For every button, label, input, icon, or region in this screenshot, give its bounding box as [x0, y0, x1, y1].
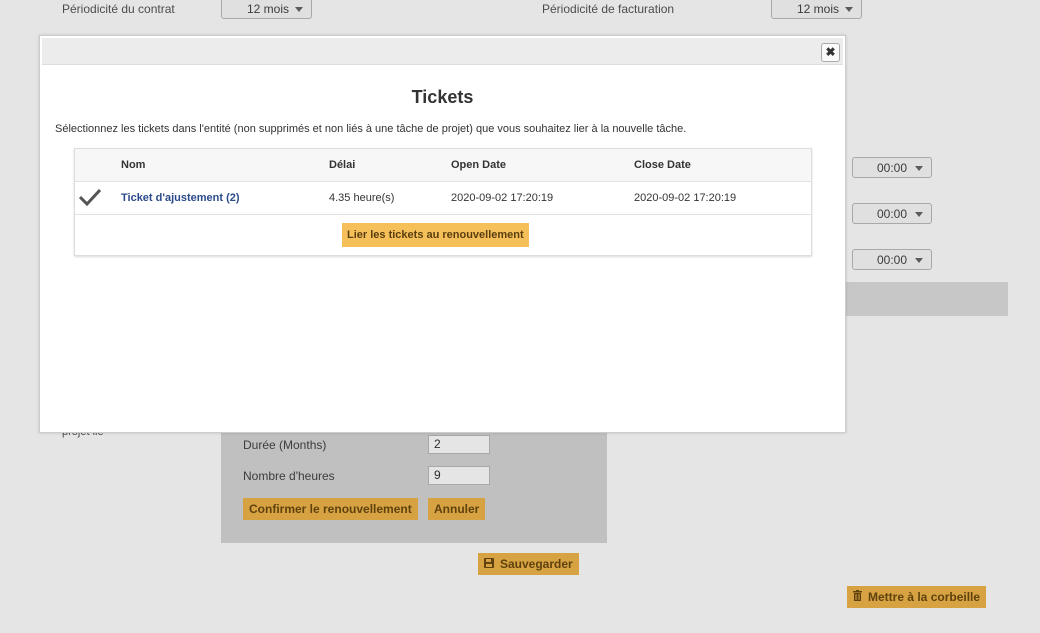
- dialog-title: Tickets: [411, 87, 474, 107]
- dialog-description: Sélectionnez les tickets dans l'entité (…: [55, 123, 687, 135]
- ticket-close-date: 2020-09-02 17:20:19: [634, 192, 737, 204]
- ticket-open-date: 2020-09-02 17:20:19: [451, 192, 554, 204]
- tickets-table: Nom Délai Open Date Close Date Ticket d'…: [74, 148, 812, 256]
- header-name: Nom: [121, 159, 146, 171]
- header-close-date: Close Date: [634, 159, 691, 171]
- dialog-titlebar: ✖: [42, 38, 843, 65]
- close-icon[interactable]: ✖: [821, 43, 840, 62]
- link-tickets-button[interactable]: Lier les tickets au renouvellement: [342, 223, 529, 247]
- table-header: Nom Délai Open Date Close Date: [75, 149, 811, 182]
- tickets-dialog: ✖ Tickets Sélectionnez les tickets dans …: [39, 35, 846, 433]
- ticket-delay: 4.35 heure(s): [329, 192, 395, 204]
- header-open-date: Open Date: [451, 159, 507, 171]
- checkmark-icon[interactable]: [78, 188, 102, 209]
- ticket-name-link[interactable]: Ticket d'ajustement (2): [121, 192, 240, 204]
- table-row[interactable]: Ticket d'ajustement (2) 4.35 heure(s) 20…: [75, 182, 811, 215]
- header-delay: Délai: [329, 159, 356, 171]
